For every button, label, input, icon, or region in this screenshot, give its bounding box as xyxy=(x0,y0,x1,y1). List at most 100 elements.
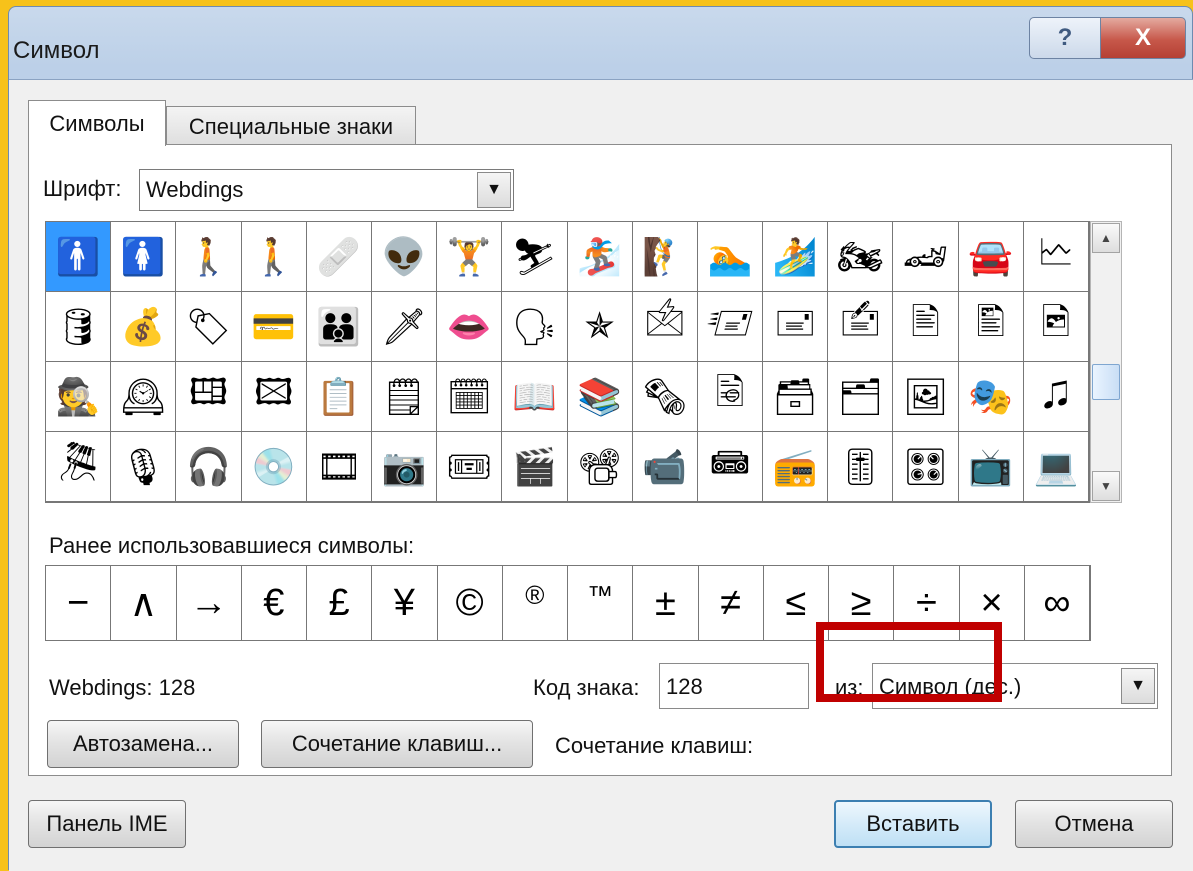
symbol-cell[interactable]: 🖃 xyxy=(763,292,829,362)
symbol-cell[interactable]: 📋 xyxy=(306,362,372,432)
symbol-cell[interactable]: 🖽 xyxy=(176,362,242,432)
symbol-cell[interactable]: 🏋 xyxy=(437,222,503,292)
shortcut-key-button[interactable]: Сочетание клавиш... xyxy=(261,720,533,768)
symbol-cell[interactable]: 🖺 xyxy=(958,292,1024,362)
symbol-cell[interactable]: 🧗 xyxy=(632,222,698,292)
symbol-cell[interactable]: 🖻 xyxy=(1023,292,1089,362)
symbol-cell[interactable]: 🗓 xyxy=(437,362,503,432)
insert-button[interactable]: Вставить xyxy=(834,800,992,848)
symbol-cell[interactable]: 🎟 xyxy=(437,432,503,502)
symbol-cell[interactable]: 🚶 xyxy=(176,222,242,292)
symbol-cell[interactable]: 🚶 xyxy=(241,222,307,292)
chevron-down-icon: ▼ xyxy=(486,181,502,198)
symbol-cell[interactable]: 🚹 xyxy=(46,222,112,292)
symbol-cell[interactable]: 📖 xyxy=(502,362,568,432)
symbol-cell[interactable]: 📾 xyxy=(697,432,764,502)
symbol-cell[interactable]: 🖼 xyxy=(893,362,959,432)
symbol-cell[interactable]: 🏍 xyxy=(828,222,894,292)
from-dropdown-arrow[interactable]: ▼ xyxy=(1121,668,1155,704)
symbol-cell[interactable]: 📽 xyxy=(567,432,633,502)
symbol-cell[interactable]: 🎬 xyxy=(502,432,568,502)
symbol-cell[interactable]: 🗞 xyxy=(632,362,698,432)
symbol-cell[interactable]: 🎭 xyxy=(958,362,1024,432)
symbol-cell[interactable]: 🎞 xyxy=(306,432,372,502)
symbol-cell[interactable]: 🎙 xyxy=(111,432,177,502)
tab-symbols[interactable]: Символы xyxy=(28,100,166,146)
symbol-cell[interactable]: ✯ xyxy=(567,292,633,362)
symbol-cell[interactable]: 🚺 xyxy=(111,222,177,292)
recent-symbol-cell[interactable]: ¥ xyxy=(372,566,438,640)
recent-symbol-cell[interactable]: ∧ xyxy=(111,566,177,640)
character-code-input[interactable]: 128 xyxy=(659,663,809,709)
symbol-cell[interactable]: 🎜 xyxy=(1023,362,1089,432)
symbol-cell[interactable]: 🖹 xyxy=(893,292,959,362)
recent-symbol-cell[interactable]: ≤ xyxy=(764,566,829,640)
recent-symbol-cell[interactable]: ≥ xyxy=(829,566,895,640)
symbol-cell[interactable]: 🗠 xyxy=(1023,222,1089,292)
symbol-cell[interactable]: 💻 xyxy=(1023,432,1089,502)
symbol-cell[interactable]: 💰 xyxy=(111,292,177,362)
recent-symbol-cell[interactable]: ® xyxy=(503,566,568,640)
symbol-cell[interactable]: 🎧 xyxy=(176,432,242,502)
close-button[interactable]: X xyxy=(1100,17,1186,59)
autocorrect-button[interactable]: Автозамена... xyxy=(47,720,239,768)
symbol-cell[interactable]: 🩹 xyxy=(306,222,372,292)
symbol-cell[interactable]: 🏊 xyxy=(697,222,764,292)
symbol-grid-scrollbar[interactable]: ▲ ▼ xyxy=(1090,221,1122,503)
symbol-cell[interactable]: 🎛 xyxy=(893,432,959,502)
symbol-cell[interactable]: 🗂 xyxy=(828,362,894,432)
symbol-cell[interactable]: 🗡 xyxy=(371,292,438,362)
font-dropdown-arrow[interactable]: ▼ xyxy=(477,172,511,208)
recent-symbol-cell[interactable]: ∞ xyxy=(1025,566,1090,640)
symbol-cell[interactable]: 📚 xyxy=(567,362,633,432)
symbol-cell[interactable]: 🗟 xyxy=(697,362,764,432)
symbol-cell[interactable]: 💳 xyxy=(241,292,307,362)
symbol-cell[interactable]: 🛢 xyxy=(46,292,112,362)
recent-symbol-cell[interactable]: ÷ xyxy=(894,566,960,640)
symbol-cell[interactable]: 👪 xyxy=(306,292,372,362)
symbol-cell[interactable]: 💿 xyxy=(241,432,307,502)
recent-symbol-cell[interactable]: × xyxy=(960,566,1025,640)
scroll-down-button[interactable]: ▼ xyxy=(1092,471,1120,501)
scrollbar-thumb[interactable] xyxy=(1092,364,1120,400)
recent-symbol-cell[interactable]: ™ xyxy=(568,566,634,640)
symbol-cell[interactable]: 🕰 xyxy=(111,362,177,432)
symbol-cell[interactable]: 🗃 xyxy=(763,362,829,432)
symbol-cell[interactable]: 🖅 xyxy=(697,292,764,362)
symbol-cell[interactable]: 🕵 xyxy=(46,362,112,432)
recent-symbol-cell[interactable]: ≠ xyxy=(699,566,764,640)
recent-symbol-cell[interactable]: € xyxy=(242,566,307,640)
font-dropdown[interactable]: Webdings ▼ xyxy=(139,169,514,211)
from-dropdown[interactable]: Символ (дес.) ▼ xyxy=(872,663,1158,709)
recent-symbol-cell[interactable]: £ xyxy=(307,566,373,640)
symbol-cell[interactable]: 🖆 xyxy=(828,292,894,362)
font-label: Шрифт: xyxy=(43,176,122,201)
symbol-cell[interactable]: 📻 xyxy=(763,432,829,502)
symbol-cell[interactable]: 👄 xyxy=(437,292,503,362)
help-button[interactable]: ? xyxy=(1029,17,1101,59)
symbol-cell[interactable]: 🏄 xyxy=(763,222,829,292)
scroll-up-button[interactable]: ▲ xyxy=(1092,223,1120,253)
symbol-cell[interactable]: 🖾 xyxy=(241,362,307,432)
symbol-cell[interactable]: 📹 xyxy=(632,432,698,502)
symbol-cell[interactable]: 🏂 xyxy=(567,222,633,292)
symbol-cell[interactable]: 🗣 xyxy=(502,292,568,362)
tab-special-characters[interactable]: Специальные знаки xyxy=(166,106,416,146)
recent-symbol-cell[interactable]: − xyxy=(46,566,112,640)
recent-symbol-cell[interactable]: © xyxy=(438,566,503,640)
symbol-cell[interactable]: 🚘 xyxy=(958,222,1024,292)
recent-symbol-cell[interactable]: → xyxy=(177,566,242,640)
symbol-cell[interactable]: 🎘 xyxy=(46,432,112,502)
symbol-cell[interactable]: 📷 xyxy=(371,432,438,502)
symbol-cell[interactable]: ⛷ xyxy=(502,222,568,292)
symbol-cell[interactable]: 👽 xyxy=(371,222,438,292)
symbol-cell[interactable]: 🎚 xyxy=(828,432,894,502)
symbol-cell[interactable]: 📺 xyxy=(958,432,1024,502)
symbol-cell[interactable]: 🏎 xyxy=(893,222,959,292)
symbol-cell[interactable]: 🖄 xyxy=(632,292,698,362)
symbol-cell[interactable]: 🏷 xyxy=(176,292,242,362)
cancel-button[interactable]: Отмена xyxy=(1015,800,1173,848)
ime-pad-button[interactable]: Панель IME xyxy=(28,800,186,848)
symbol-cell[interactable]: 🗒 xyxy=(371,362,438,432)
recent-symbol-cell[interactable]: ± xyxy=(633,566,699,640)
